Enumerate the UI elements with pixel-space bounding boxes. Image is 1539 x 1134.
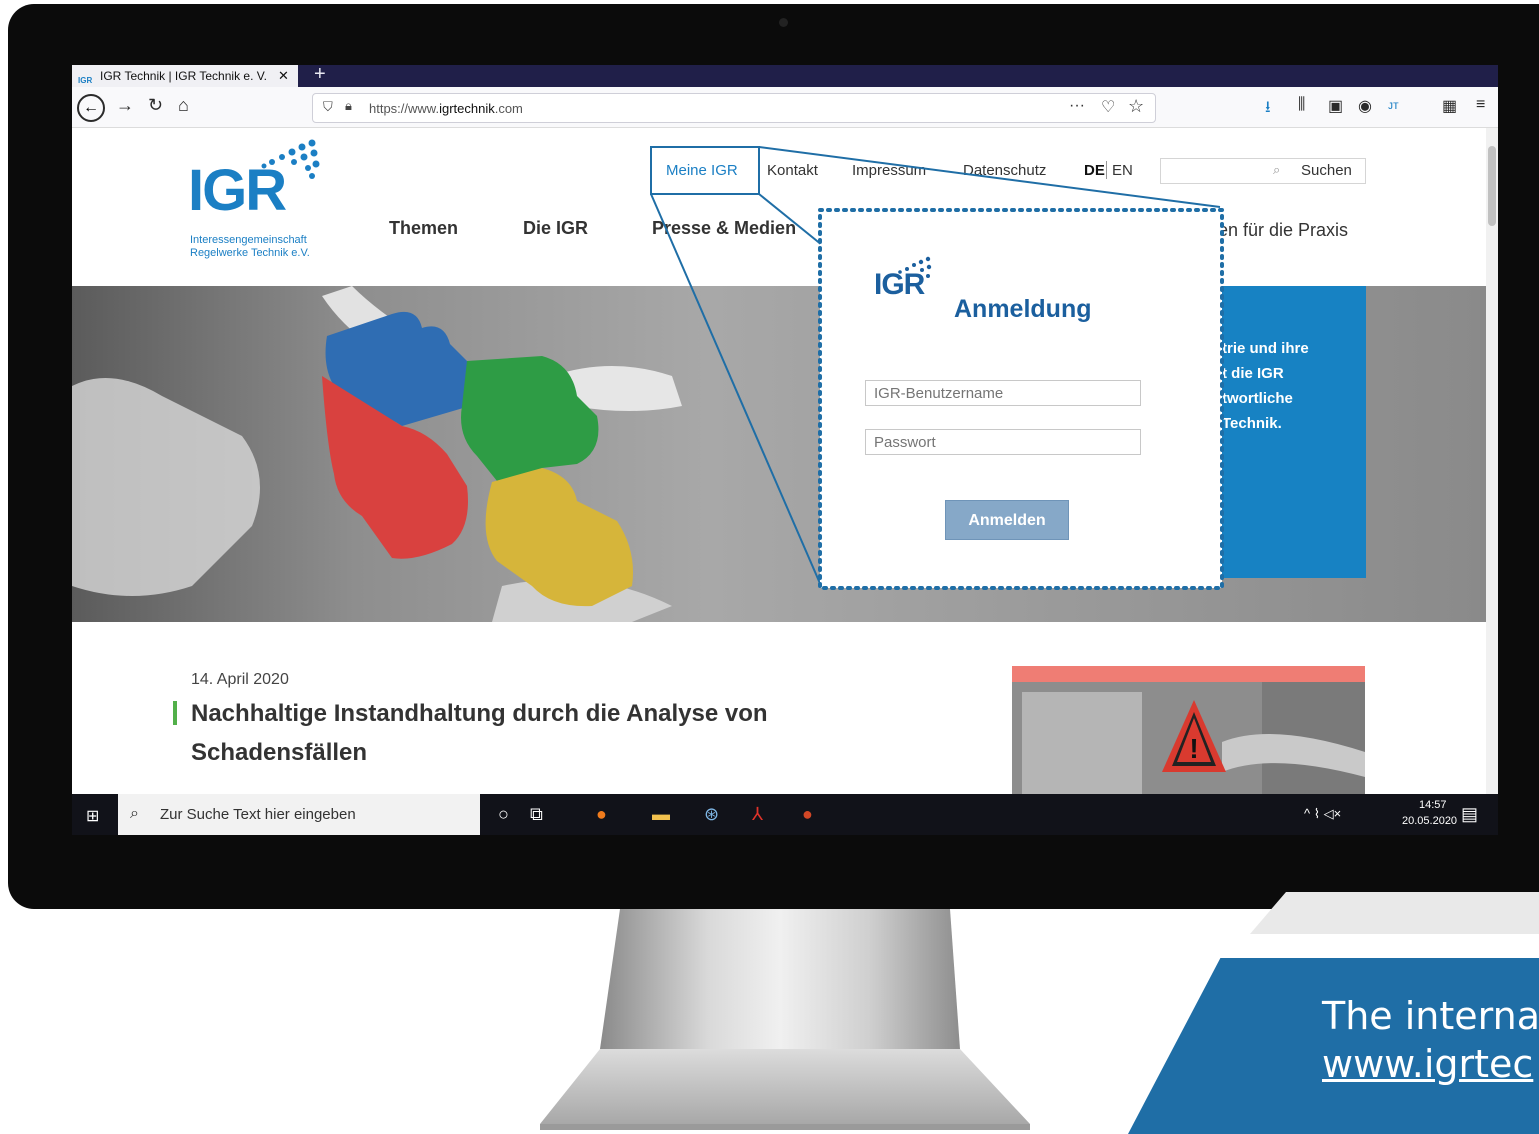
login-button[interactable]: Anmelden	[945, 500, 1069, 540]
login-popup: IGR Anmeldung Anmelden	[818, 208, 1224, 590]
username-input[interactable]	[865, 380, 1141, 406]
zoom-callout	[650, 146, 1221, 589]
login-title: Anmeldung	[954, 295, 1092, 323]
login-logo: IGR	[874, 268, 925, 301]
highlight-box	[650, 146, 760, 195]
password-input[interactable]	[865, 429, 1141, 455]
